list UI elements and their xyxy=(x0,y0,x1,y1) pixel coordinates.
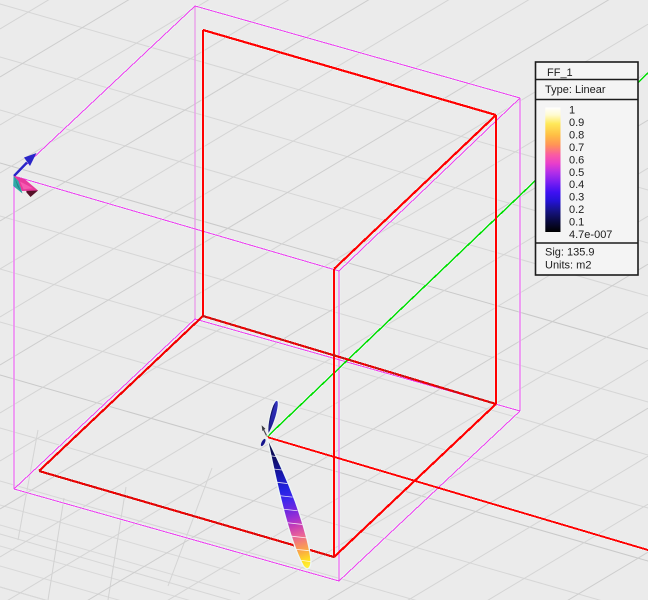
svg-text:0.4: 0.4 xyxy=(569,179,584,191)
svg-text:FF_1: FF_1 xyxy=(547,67,573,79)
svg-text:0.5: 0.5 xyxy=(569,167,584,179)
svg-text:0.2: 0.2 xyxy=(569,204,584,216)
svg-text:Sig: 135.9: Sig: 135.9 xyxy=(545,247,595,259)
svg-text:4.7e-007: 4.7e-007 xyxy=(569,229,612,241)
svg-text:0.8: 0.8 xyxy=(569,129,584,141)
svg-text:0.7: 0.7 xyxy=(569,142,584,154)
svg-text:Units: m2: Units: m2 xyxy=(545,260,591,272)
svg-text:0.1: 0.1 xyxy=(569,217,584,229)
svg-text:0.3: 0.3 xyxy=(569,192,584,204)
svg-text:1: 1 xyxy=(569,105,575,117)
svg-text:Type: Linear: Type: Linear xyxy=(545,84,606,96)
svg-text:0.6: 0.6 xyxy=(569,154,584,166)
svg-text:0.9: 0.9 xyxy=(569,117,584,129)
